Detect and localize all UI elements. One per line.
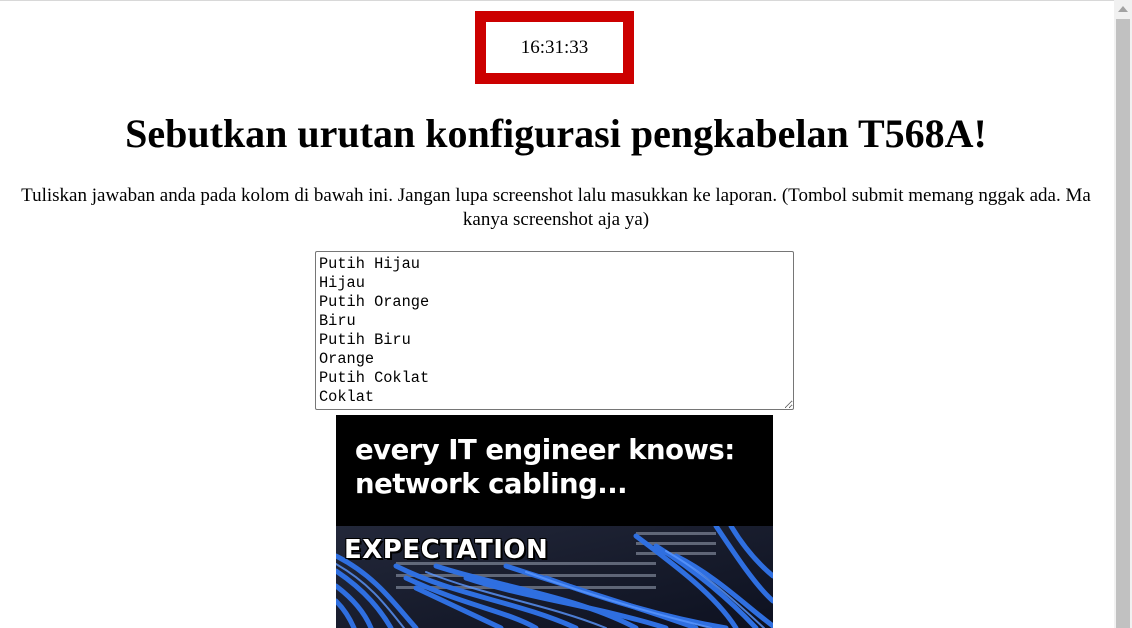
clock-display: 16:31:33: [475, 11, 634, 84]
chevron-up-icon: [1118, 5, 1128, 12]
vertical-scrollbar[interactable]: [1114, 0, 1132, 628]
meme-caption-line-1: every IT engineer knows:: [355, 434, 735, 466]
clock-time: 16:31:33: [520, 36, 589, 58]
instructions-text: Tuliskan jawaban anda pada kolom di bawa…: [21, 185, 1091, 230]
meme-label: EXPECTATION: [344, 535, 549, 565]
meme-cable-photo: EXPECTATION: [336, 526, 773, 628]
meme-image: every IT engineer knows: network cabling…: [336, 415, 773, 628]
page-content: 16:31:33 Sebutkan urutan konfigurasi pen…: [0, 0, 1112, 628]
scroll-up-button[interactable]: [1114, 0, 1132, 17]
meme-caption-panel: every IT engineer knows: network cabling…: [336, 415, 773, 526]
answer-textarea[interactable]: Putih Hijau Hijau Putih Orange Biru Puti…: [315, 251, 794, 410]
meme-caption: every IT engineer knows: network cabling…: [355, 433, 773, 501]
question-title: Sebutkan urutan konfigurasi pengkabelan …: [125, 111, 987, 156]
scrollbar-thumb[interactable]: [1116, 19, 1130, 628]
meme-caption-line-2: network cabling...: [355, 468, 628, 500]
